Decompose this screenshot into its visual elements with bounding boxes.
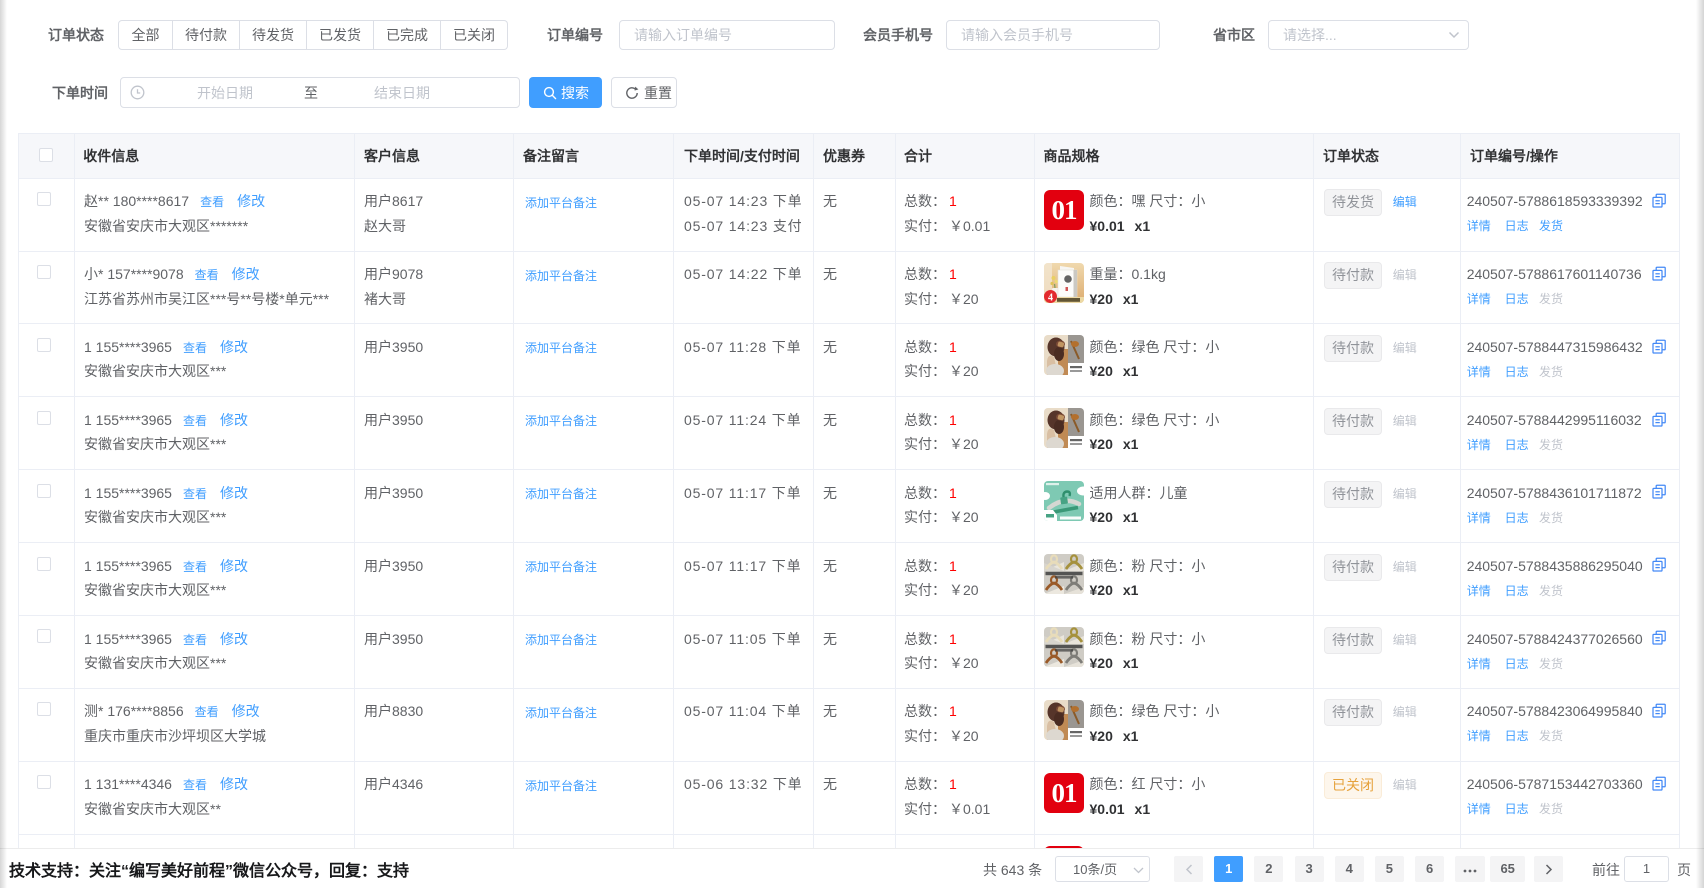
- svg-text:4: 4: [1048, 292, 1053, 303]
